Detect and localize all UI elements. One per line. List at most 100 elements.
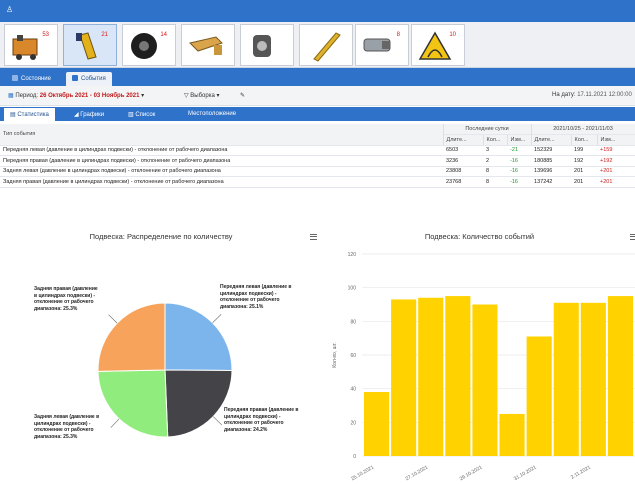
as-of-date: На дату: 17.11.2021 12:00:00: [552, 92, 632, 98]
pie-label-rear-right: Задняя правая (давление в цилиндрах подв…: [34, 286, 98, 312]
tile-count: 8: [396, 32, 400, 38]
cell-duration: 137242: [531, 176, 572, 188]
x-tick-label: 27.10.2021: [405, 464, 430, 482]
tab-state[interactable]: Состояние: [6, 72, 57, 86]
cell-count: 192: [571, 155, 598, 167]
col-count[interactable]: Кол...: [483, 134, 508, 146]
bar[interactable]: [526, 336, 552, 456]
x-tick-label: 25.10.2021: [350, 464, 375, 482]
pie-slice[interactable]: [97, 369, 169, 438]
cell-duration: 3236: [443, 155, 483, 167]
y-axis-label: Кол-во, шт.: [332, 342, 338, 367]
period-value: 26 Октябрь 2021 - 03 Ноябрь 2021: [39, 93, 140, 99]
period-filter[interactable]: ▦ Период: 26 Октябрь 2021 - 03 Ноябрь 20…: [8, 92, 144, 99]
cell-count: 2: [483, 155, 507, 167]
cell-duration: 6503: [443, 145, 483, 156]
tab-label: События: [81, 76, 106, 82]
state-icon: [12, 75, 18, 81]
col-count[interactable]: Кол...: [571, 134, 598, 146]
table-row[interactable]: Передняя левая (давление в цилиндрах под…: [0, 145, 635, 156]
tab-label: Список: [135, 112, 156, 118]
object-toolbar: 53 21 14 8 10: [0, 22, 635, 68]
tile-lever[interactable]: [181, 24, 235, 66]
cell-change: +192: [597, 155, 635, 167]
engine-part-icon: [253, 35, 271, 57]
bar[interactable]: [580, 302, 606, 456]
tile-count: 21: [101, 32, 108, 38]
cell-duration: 23768: [443, 176, 483, 188]
tile-tire[interactable]: 14: [122, 24, 176, 66]
tile-engine-part[interactable]: [240, 24, 294, 66]
col-change[interactable]: Изм...: [507, 134, 532, 146]
bar[interactable]: [418, 297, 444, 456]
tile-cylinder[interactable]: 8: [355, 24, 409, 66]
tab-label: Статистика: [17, 112, 49, 118]
y-tick-label: 40: [350, 387, 356, 393]
cell-duration: 139696: [531, 166, 572, 177]
cell-duration: 180885: [531, 155, 572, 167]
cell-change: -16: [507, 176, 532, 188]
tile-rod[interactable]: [299, 24, 353, 66]
date-label: На дату:: [552, 92, 576, 98]
tab-list[interactable]: ▥ Список: [122, 108, 161, 121]
pie-slice[interactable]: [97, 302, 166, 372]
bar-chart: 0 20 40 60 80 100 120 Кол-во, шт. 25.10.2021 27.1…: [332, 252, 635, 482]
tab-label: Местоположение: [188, 111, 237, 117]
bar[interactable]: [607, 296, 633, 456]
events-table: Тип события Последние сутки 2021/10/25 -…: [0, 124, 635, 188]
bar[interactable]: [499, 413, 525, 456]
chevron-down-icon: ▾: [141, 93, 145, 99]
pie-label-front-right: Передняя правая (давление в цилиндрах по…: [224, 407, 299, 433]
bar[interactable]: [445, 296, 471, 456]
pie-label-front-left: Передняя левая (давление в цилиндрах под…: [220, 284, 292, 310]
tile-plug[interactable]: 21: [63, 24, 117, 66]
events-icon: [72, 75, 78, 81]
cell-change: -16: [507, 155, 532, 167]
bar[interactable]: [364, 392, 390, 456]
x-tick-label: 2.11.2021: [570, 464, 592, 480]
cell-change: +201: [597, 166, 635, 177]
col-change[interactable]: Изм...: [597, 134, 635, 146]
pie-slice[interactable]: [164, 369, 233, 438]
warning-road-icon: [418, 31, 452, 60]
filter-bar: ▦ Период: 26 Октябрь 2021 - 03 Ноябрь 20…: [0, 86, 635, 106]
tab-location[interactable]: Местоположение: [182, 108, 242, 121]
tile-count: 10: [449, 32, 456, 38]
period-label: Период:: [15, 93, 39, 99]
pie-label-rear-left: Задняя левая (давление в цилиндрах подве…: [34, 414, 100, 440]
y-tick-label: 120: [348, 252, 357, 258]
rod-icon: [313, 32, 341, 62]
x-tick-label: 29.10.2021: [459, 464, 484, 482]
tab-statistics[interactable]: ▤ Статистика: [4, 108, 55, 121]
tab-events[interactable]: События: [66, 72, 112, 86]
clear-filter-icon[interactable]: ✎: [240, 92, 245, 99]
bar[interactable]: [391, 299, 417, 456]
bar[interactable]: [472, 304, 498, 457]
view-tabs: ▤ Статистика ◢ Графики ▥ Список Местопол…: [0, 107, 635, 121]
cell-count: 8: [483, 166, 507, 177]
col-duration[interactable]: Длите...: [443, 134, 484, 146]
filter-icon: ▽: [184, 93, 189, 99]
col-event-type[interactable]: Тип события: [0, 124, 444, 146]
pie-slice[interactable]: [164, 302, 233, 372]
bar[interactable]: [553, 302, 579, 456]
main-tabs: Состояние События: [0, 68, 635, 86]
tile-generator[interactable]: 53: [4, 24, 58, 66]
selection-filter[interactable]: ▽ Выборка ▾: [184, 92, 220, 99]
tab-charts[interactable]: ◢ Графики: [68, 108, 110, 121]
pie-connector: [212, 314, 222, 324]
cell-event: Передняя левая (давление в цилиндрах под…: [0, 145, 443, 156]
cell-change: -21: [507, 145, 532, 156]
tab-label: Состояние: [21, 76, 51, 82]
cell-change: +201: [597, 176, 635, 188]
calendar-icon: ▦: [8, 93, 14, 99]
table-row[interactable]: Задняя левая (давление в цилиндрах подве…: [0, 166, 635, 177]
y-tick-label: 80: [350, 319, 356, 325]
tire-icon: [131, 33, 157, 59]
col-duration[interactable]: Длите...: [531, 134, 572, 146]
table-row[interactable]: Передняя правая (давление в цилиндрах по…: [0, 155, 635, 167]
tile-warning-road[interactable]: 10: [411, 24, 465, 66]
stats-icon: ▤: [10, 112, 16, 118]
app-icon[interactable]: ♙: [6, 5, 13, 14]
table-row[interactable]: Задняя правая (давление в цилиндрах подв…: [0, 176, 635, 188]
